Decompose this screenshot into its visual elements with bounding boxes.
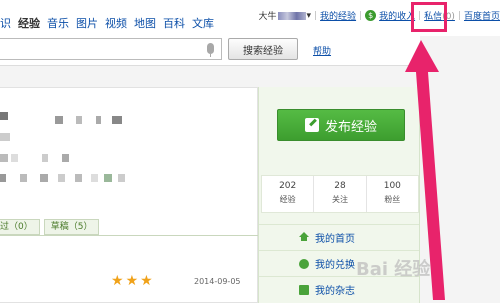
experience-panel: 过（0） 草稿（5） ★ ★ ★ 2014-09-05 (0, 87, 258, 303)
nav-item-map[interactable]: 地图 (134, 15, 156, 31)
tab-drafts[interactable]: 草稿（5） (43, 219, 100, 235)
page-background (420, 36, 500, 303)
star-icon: ★ (125, 273, 139, 289)
microphone-icon[interactable] (207, 43, 214, 57)
my-income-link[interactable]: 我的收入 (379, 9, 415, 22)
tab-passed[interactable]: 过（0） (0, 219, 40, 235)
blurred-content (0, 88, 258, 188)
nav-item-wenku[interactable]: 文库 (192, 15, 214, 31)
nav-item-music[interactable]: 音乐 (47, 15, 69, 31)
rating-stars: ★ ★ ★ (111, 274, 153, 288)
user-stats: 202 经验 28 关注 100 粉丝 (261, 175, 419, 213)
edit-icon (304, 118, 319, 132)
nav-item-zhidao[interactable]: 识 (0, 15, 11, 31)
watermark: Bai 经验 (356, 259, 431, 280)
publish-date: 2014-09-05 (194, 277, 241, 286)
user-links: 大牛 ▾ | 我的经验 | $ 我的收入 | 私信(0) | 百度首页 (258, 9, 500, 22)
star-icon: ★ (140, 273, 153, 289)
stat-value: 100 (383, 181, 401, 191)
nav-item-baike[interactable]: 百科 (163, 15, 185, 31)
divider: | (314, 10, 318, 21)
divider: | (359, 10, 363, 21)
publish-label: 发布经验 (324, 119, 377, 135)
my-experience-link[interactable]: 我的经验 (320, 9, 356, 22)
blurred-username (278, 11, 307, 20)
stat-label: 经验 (279, 195, 296, 204)
product-nav: 识 经验 音乐 图片 视频 地图 百科 文库 (0, 15, 214, 31)
sidebar-item-label: 我的杂志 (315, 286, 355, 297)
nav-item-video[interactable]: 视频 (105, 15, 127, 31)
user-name: 大牛 (258, 12, 277, 22)
nav-item-images[interactable]: 图片 (76, 15, 98, 31)
exchange-icon (299, 259, 309, 269)
sidebar-item-my-home[interactable]: 我的首页 (259, 224, 419, 250)
nav-item-jingyan[interactable]: 经验 (18, 15, 40, 31)
chevron-down-icon: ▾ (306, 10, 311, 21)
star-icon: ★ (111, 273, 124, 289)
sidebar-item-label: 我的兑换 (315, 260, 355, 271)
stat-experience[interactable]: 202 经验 (262, 176, 315, 212)
status-tabs: 过（0） 草稿（5） (0, 219, 103, 235)
stat-label: 关注 (331, 195, 348, 204)
stat-fans[interactable]: 100 粉丝 (367, 176, 418, 212)
magazine-icon (299, 285, 309, 295)
publish-experience-button[interactable]: 发布经验 (277, 109, 405, 141)
search-button[interactable]: 搜索经验 (228, 38, 298, 60)
money-icon: $ (365, 10, 377, 21)
baidu-home-link[interactable]: 百度首页 (464, 9, 500, 22)
stat-label: 粉丝 (384, 195, 401, 204)
divider (0, 235, 258, 236)
home-icon (299, 232, 309, 241)
divider: | (457, 10, 461, 21)
stat-value: 202 (279, 181, 297, 191)
sidebar-item-label: 我的首页 (315, 234, 355, 245)
user-menu[interactable]: 大牛 ▾ (258, 9, 311, 23)
stat-value: 28 (334, 181, 346, 191)
highlight-box (411, 2, 447, 32)
help-link[interactable]: 帮助 (313, 44, 331, 57)
search-input[interactable] (0, 38, 222, 60)
stat-following[interactable]: 28 关注 (314, 176, 367, 212)
